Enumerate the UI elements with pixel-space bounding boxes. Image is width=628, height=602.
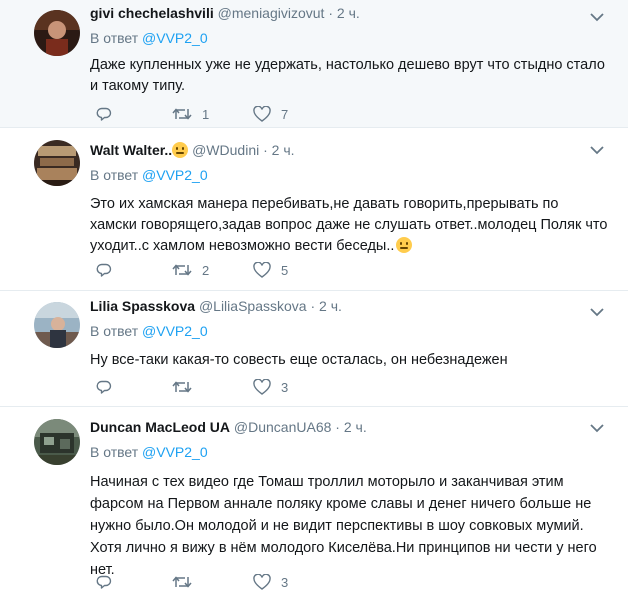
retweet-button[interactable] [172,377,202,397]
like-count: 5 [281,262,289,278]
retweet-icon [172,108,192,120]
author-handle[interactable]: @LiliaSpasskova [199,298,307,314]
separator-dot: · [328,5,333,21]
reply-button[interactable] [96,260,122,280]
separator-dot: · [335,419,340,435]
like-count: 7 [281,106,289,122]
tweet-text: Даже купленных уже не удержать, настольк… [90,57,605,94]
like-button[interactable]: 3 [253,572,288,592]
author-handle[interactable]: @DuncanUA68 [234,419,332,435]
reply-to-link[interactable]: @VVP2_0 [142,323,208,339]
tweet-text-body: Это их хамская манера перебивать,не дава… [90,196,608,254]
reply-icon [96,380,112,394]
author-name[interactable]: givi chechelashvili [90,5,214,21]
reply-prefix: В ответ [90,444,139,460]
reply-prefix: В ответ [90,323,139,339]
reply-feed: givi chechelashvili @meniagivizovut · 2 … [0,0,628,602]
retweet-count: 2 [202,262,210,278]
neutral-face-emoji [396,237,413,253]
timestamp[interactable]: 2 ч. [344,419,367,435]
reply-button[interactable] [96,572,122,592]
reply-to-link[interactable]: @VVP2_0 [142,167,208,183]
avatar[interactable] [34,302,80,348]
reply-prefix: В ответ [90,167,139,183]
heart-icon [253,379,271,395]
tweet[interactable]: Walt Walter.. @WDudini · 2 ч. В ответ @V… [0,128,628,291]
tweet-text: Это их хамская манера перебивать,не дава… [90,194,608,257]
reply-icon [96,107,112,121]
retweet-icon [172,576,192,588]
reply-to-link[interactable]: @VVP2_0 [142,444,208,460]
reply-to-link[interactable]: @VVP2_0 [142,30,208,46]
tweet-actions: 3 [90,377,390,397]
author-handle[interactable]: @WDudini [192,142,259,158]
reply-context: В ответ @VVP2_0 [90,321,608,341]
timestamp[interactable]: 2 ч. [337,5,360,21]
retweet-count: 1 [202,106,210,122]
author-name[interactable]: Lilia Spasskova [90,298,195,314]
reply-context: В ответ @VVP2_0 [90,165,608,185]
author-name[interactable]: Walt Walter.. [90,142,172,158]
reply-icon [96,263,112,277]
retweet-icon [172,264,192,276]
reply-button[interactable] [96,377,122,397]
avatar[interactable] [34,10,80,56]
avatar[interactable] [34,419,80,465]
heart-icon [253,106,271,122]
timestamp[interactable]: 2 ч. [272,142,295,158]
heart-icon [253,574,271,590]
reply-icon [96,575,112,589]
avatar[interactable] [34,140,80,186]
tweet-text: Начиная с тех видео где Томаш троллил мо… [90,474,597,578]
retweet-button[interactable]: 2 [172,260,209,280]
tweet[interactable]: Lilia Spasskova @LiliaSpasskova · 2 ч. В… [0,291,628,407]
like-count: 3 [281,379,289,395]
tweet-actions: 2 5 [90,260,390,280]
retweet-icon [172,381,192,393]
tweet[interactable]: givi chechelashvili @meniagivizovut · 2 … [0,0,628,128]
tweet-actions: 1 7 [90,104,390,124]
timestamp[interactable]: 2 ч. [319,298,342,314]
separator-dot: · [263,142,268,158]
separator-dot: · [310,298,316,314]
tweet[interactable]: Duncan MacLeod UA @DuncanUA68 · 2 ч. В о… [0,407,628,602]
reply-context: В ответ @VVP2_0 [90,28,608,48]
reply-context: В ответ @VVP2_0 [90,442,608,462]
like-button[interactable]: 3 [253,377,288,397]
like-button[interactable]: 5 [253,260,288,280]
reply-prefix: В ответ [90,30,139,46]
author-handle[interactable]: @meniagivizovut [218,5,325,21]
like-count: 3 [281,574,289,590]
neutral-face-emoji [172,142,189,158]
retweet-button[interactable] [172,572,202,592]
author-name[interactable]: Duncan MacLeod UA [90,419,230,435]
tweet-text: Ну все-таки какая-то совесть еще осталас… [90,352,508,368]
reply-button[interactable] [96,104,122,124]
like-button[interactable]: 7 [253,104,288,124]
tweet-actions: 3 [90,572,390,592]
heart-icon [253,262,271,278]
retweet-button[interactable]: 1 [172,104,209,124]
